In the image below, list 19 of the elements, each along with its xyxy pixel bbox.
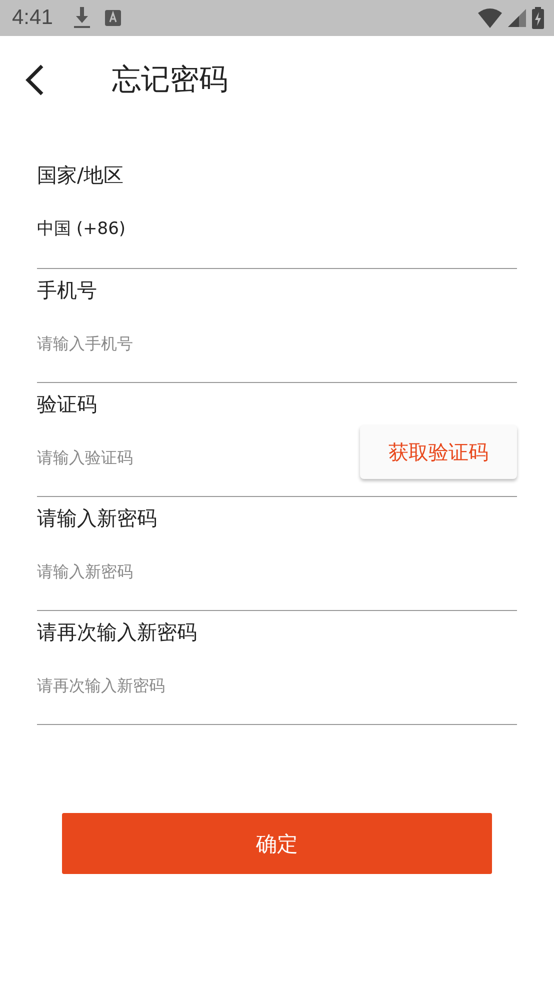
input-field[interactable]: 请输入手机号 xyxy=(37,328,517,358)
signal-icon xyxy=(508,9,526,27)
input-field[interactable]: 请再次输入新密码 xyxy=(37,670,517,700)
battery-icon xyxy=(532,7,544,29)
keyboard-app-icon xyxy=(104,10,121,26)
field-label: 验证码 xyxy=(37,391,97,418)
field-label: 国家/地区 xyxy=(37,162,124,189)
field-label: 手机号 xyxy=(37,277,97,304)
page-title: 忘记密码 xyxy=(112,61,228,98)
download-icon xyxy=(72,7,91,29)
country-value[interactable]: 中国 (+86) xyxy=(37,217,126,240)
field-label: 请输入新密码 xyxy=(37,505,157,532)
status-time: 4:41 xyxy=(12,6,53,30)
confirm-button[interactable]: 确定 xyxy=(62,813,492,874)
input-field[interactable]: 请输入验证码 xyxy=(37,442,360,472)
wifi-icon xyxy=(478,8,502,28)
field-label: 请再次输入新密码 xyxy=(37,619,197,646)
input-field[interactable]: 请输入新密码 xyxy=(37,556,517,586)
get-code-button[interactable]: 获取验证码 xyxy=(360,425,517,479)
